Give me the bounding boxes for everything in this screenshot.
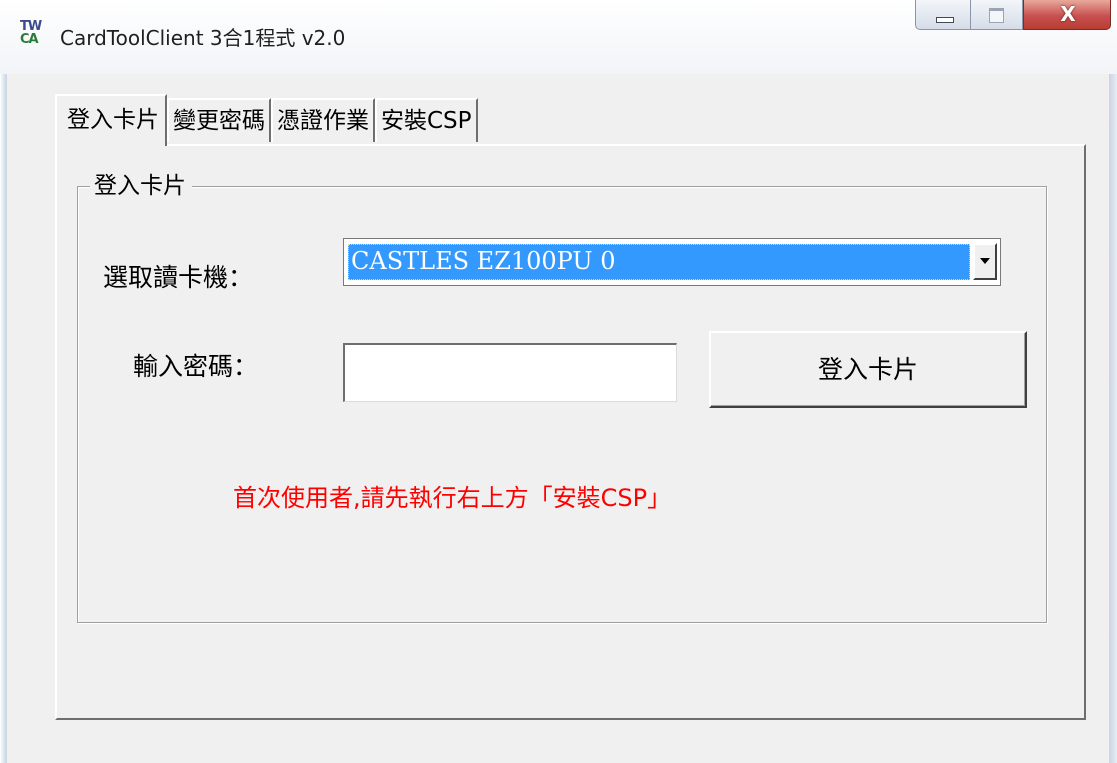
minimize-icon xyxy=(936,17,954,23)
login-button[interactable]: 登入卡片 xyxy=(709,331,1027,408)
first-use-hint: 首次使用者,請先執行右上方「安裝CSP」 xyxy=(233,484,672,512)
window-right-border xyxy=(1109,74,1117,763)
groupbox-title: 登入卡片 xyxy=(90,170,192,202)
password-input[interactable] xyxy=(343,343,677,402)
minimize-button[interactable] xyxy=(915,0,971,30)
logo-text-bottom: CA xyxy=(20,32,39,47)
chevron-down-icon xyxy=(980,258,990,264)
reader-label: 選取讀卡機： xyxy=(103,263,254,292)
tab-login-card[interactable]: 登入卡片 xyxy=(55,94,167,146)
reader-select[interactable]: CASTLES EZ100PU 0 xyxy=(343,238,1001,286)
tab-strip: 登入卡片 變更密碼 憑證作業 安裝CSP xyxy=(55,94,478,146)
window-controls: X xyxy=(915,0,1111,34)
close-button[interactable]: X xyxy=(1023,0,1111,30)
app-window: TW CA CardToolClient 3合1程式 v2.0 X 登入卡片 變… xyxy=(0,0,1117,763)
maximize-icon xyxy=(989,8,1004,23)
tab-certificate-operations[interactable]: 憑證作業 xyxy=(271,98,375,142)
window-left-border xyxy=(0,74,7,763)
dropdown-toggle-button[interactable] xyxy=(973,243,997,280)
title-bar[interactable]: TW CA CardToolClient 3合1程式 v2.0 X xyxy=(0,0,1117,74)
tab-change-password[interactable]: 變更密碼 xyxy=(167,98,271,142)
window-title: CardToolClient 3合1程式 v2.0 xyxy=(60,26,346,50)
maximize-button[interactable] xyxy=(971,0,1023,30)
tab-install-csp[interactable]: 安裝CSP xyxy=(375,98,478,142)
password-label: 輸入密碼： xyxy=(133,352,259,381)
close-icon: X xyxy=(1060,2,1076,26)
twca-logo-icon: TW CA xyxy=(20,20,48,48)
reader-selected-value: CASTLES EZ100PU 0 xyxy=(348,244,970,280)
